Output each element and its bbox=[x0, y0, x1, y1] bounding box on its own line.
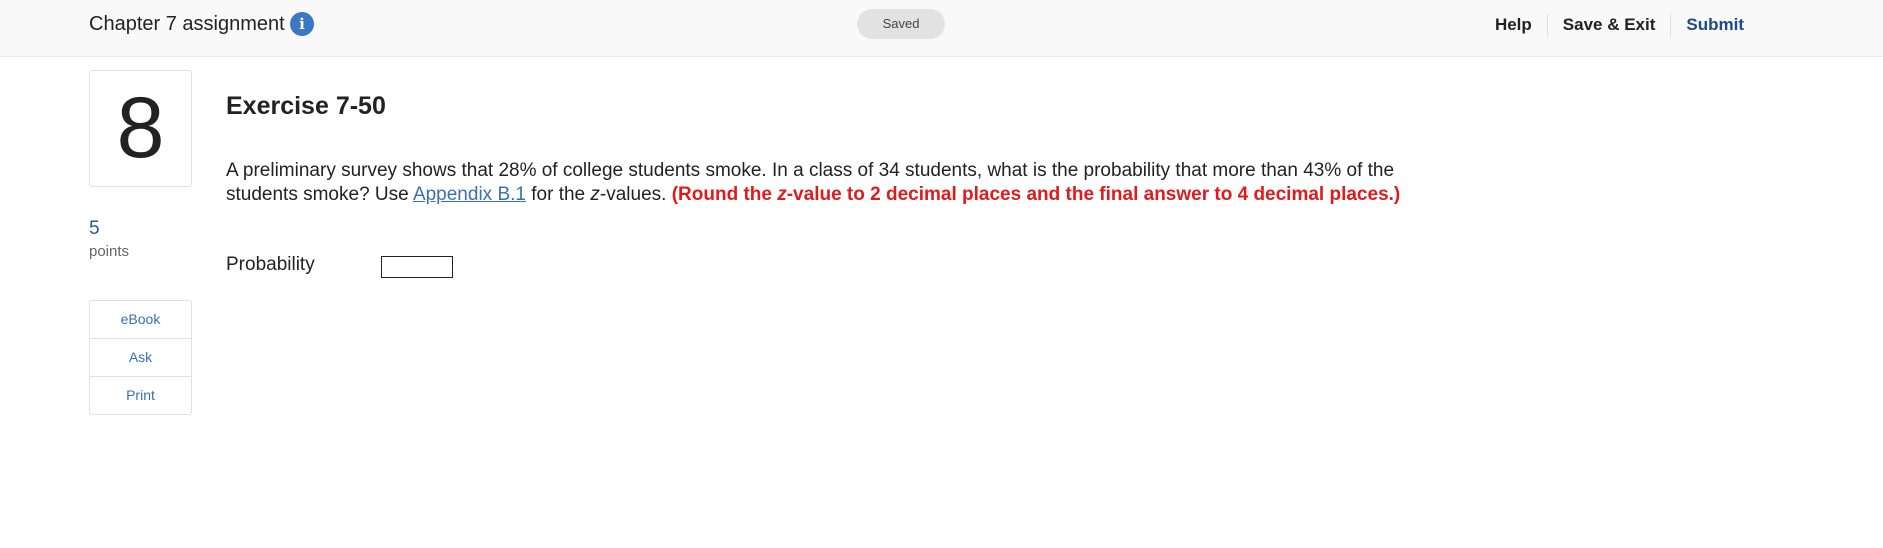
help-button[interactable]: Help bbox=[1480, 13, 1547, 37]
appendix-link[interactable]: Appendix B.1 bbox=[413, 184, 526, 205]
rounding-instruction: (Round the z-value to 2 decimal places a… bbox=[672, 184, 1401, 205]
exercise-title: Exercise 7-50 bbox=[226, 92, 386, 120]
ebook-button[interactable]: eBook bbox=[90, 301, 191, 339]
question-text-part2: for the bbox=[525, 183, 591, 205]
z-variable: z bbox=[590, 183, 600, 205]
question-tools: eBook Ask Print bbox=[89, 300, 192, 415]
info-icon[interactable]: i bbox=[290, 12, 314, 36]
top-bar: Chapter 7 assignment i Saved Help Save &… bbox=[0, 0, 1883, 57]
question-number: 8 bbox=[89, 70, 192, 187]
points-label: points bbox=[89, 243, 130, 260]
submit-button[interactable]: Submit bbox=[1671, 13, 1744, 37]
instruction-part1: (Round the bbox=[671, 183, 778, 205]
saved-status-badge: Saved bbox=[857, 9, 945, 39]
points-value: 5 bbox=[89, 218, 100, 239]
probability-label: Probability bbox=[226, 254, 315, 275]
print-button[interactable]: Print bbox=[90, 377, 191, 414]
top-navigation: Help Save & Exit Submit bbox=[1480, 13, 1744, 37]
ask-button[interactable]: Ask bbox=[90, 339, 191, 377]
assignment-title: Chapter 7 assignment bbox=[89, 13, 285, 35]
save-exit-button[interactable]: Save & Exit bbox=[1548, 13, 1671, 37]
probability-input[interactable] bbox=[381, 256, 453, 278]
instruction-z-variable: z bbox=[777, 183, 787, 205]
instruction-part2: -value to 2 decimal places and the final… bbox=[786, 183, 1401, 205]
question-text-part3: -values. bbox=[599, 183, 672, 205]
question-text: A preliminary survey shows that 28% of c… bbox=[226, 159, 1426, 206]
